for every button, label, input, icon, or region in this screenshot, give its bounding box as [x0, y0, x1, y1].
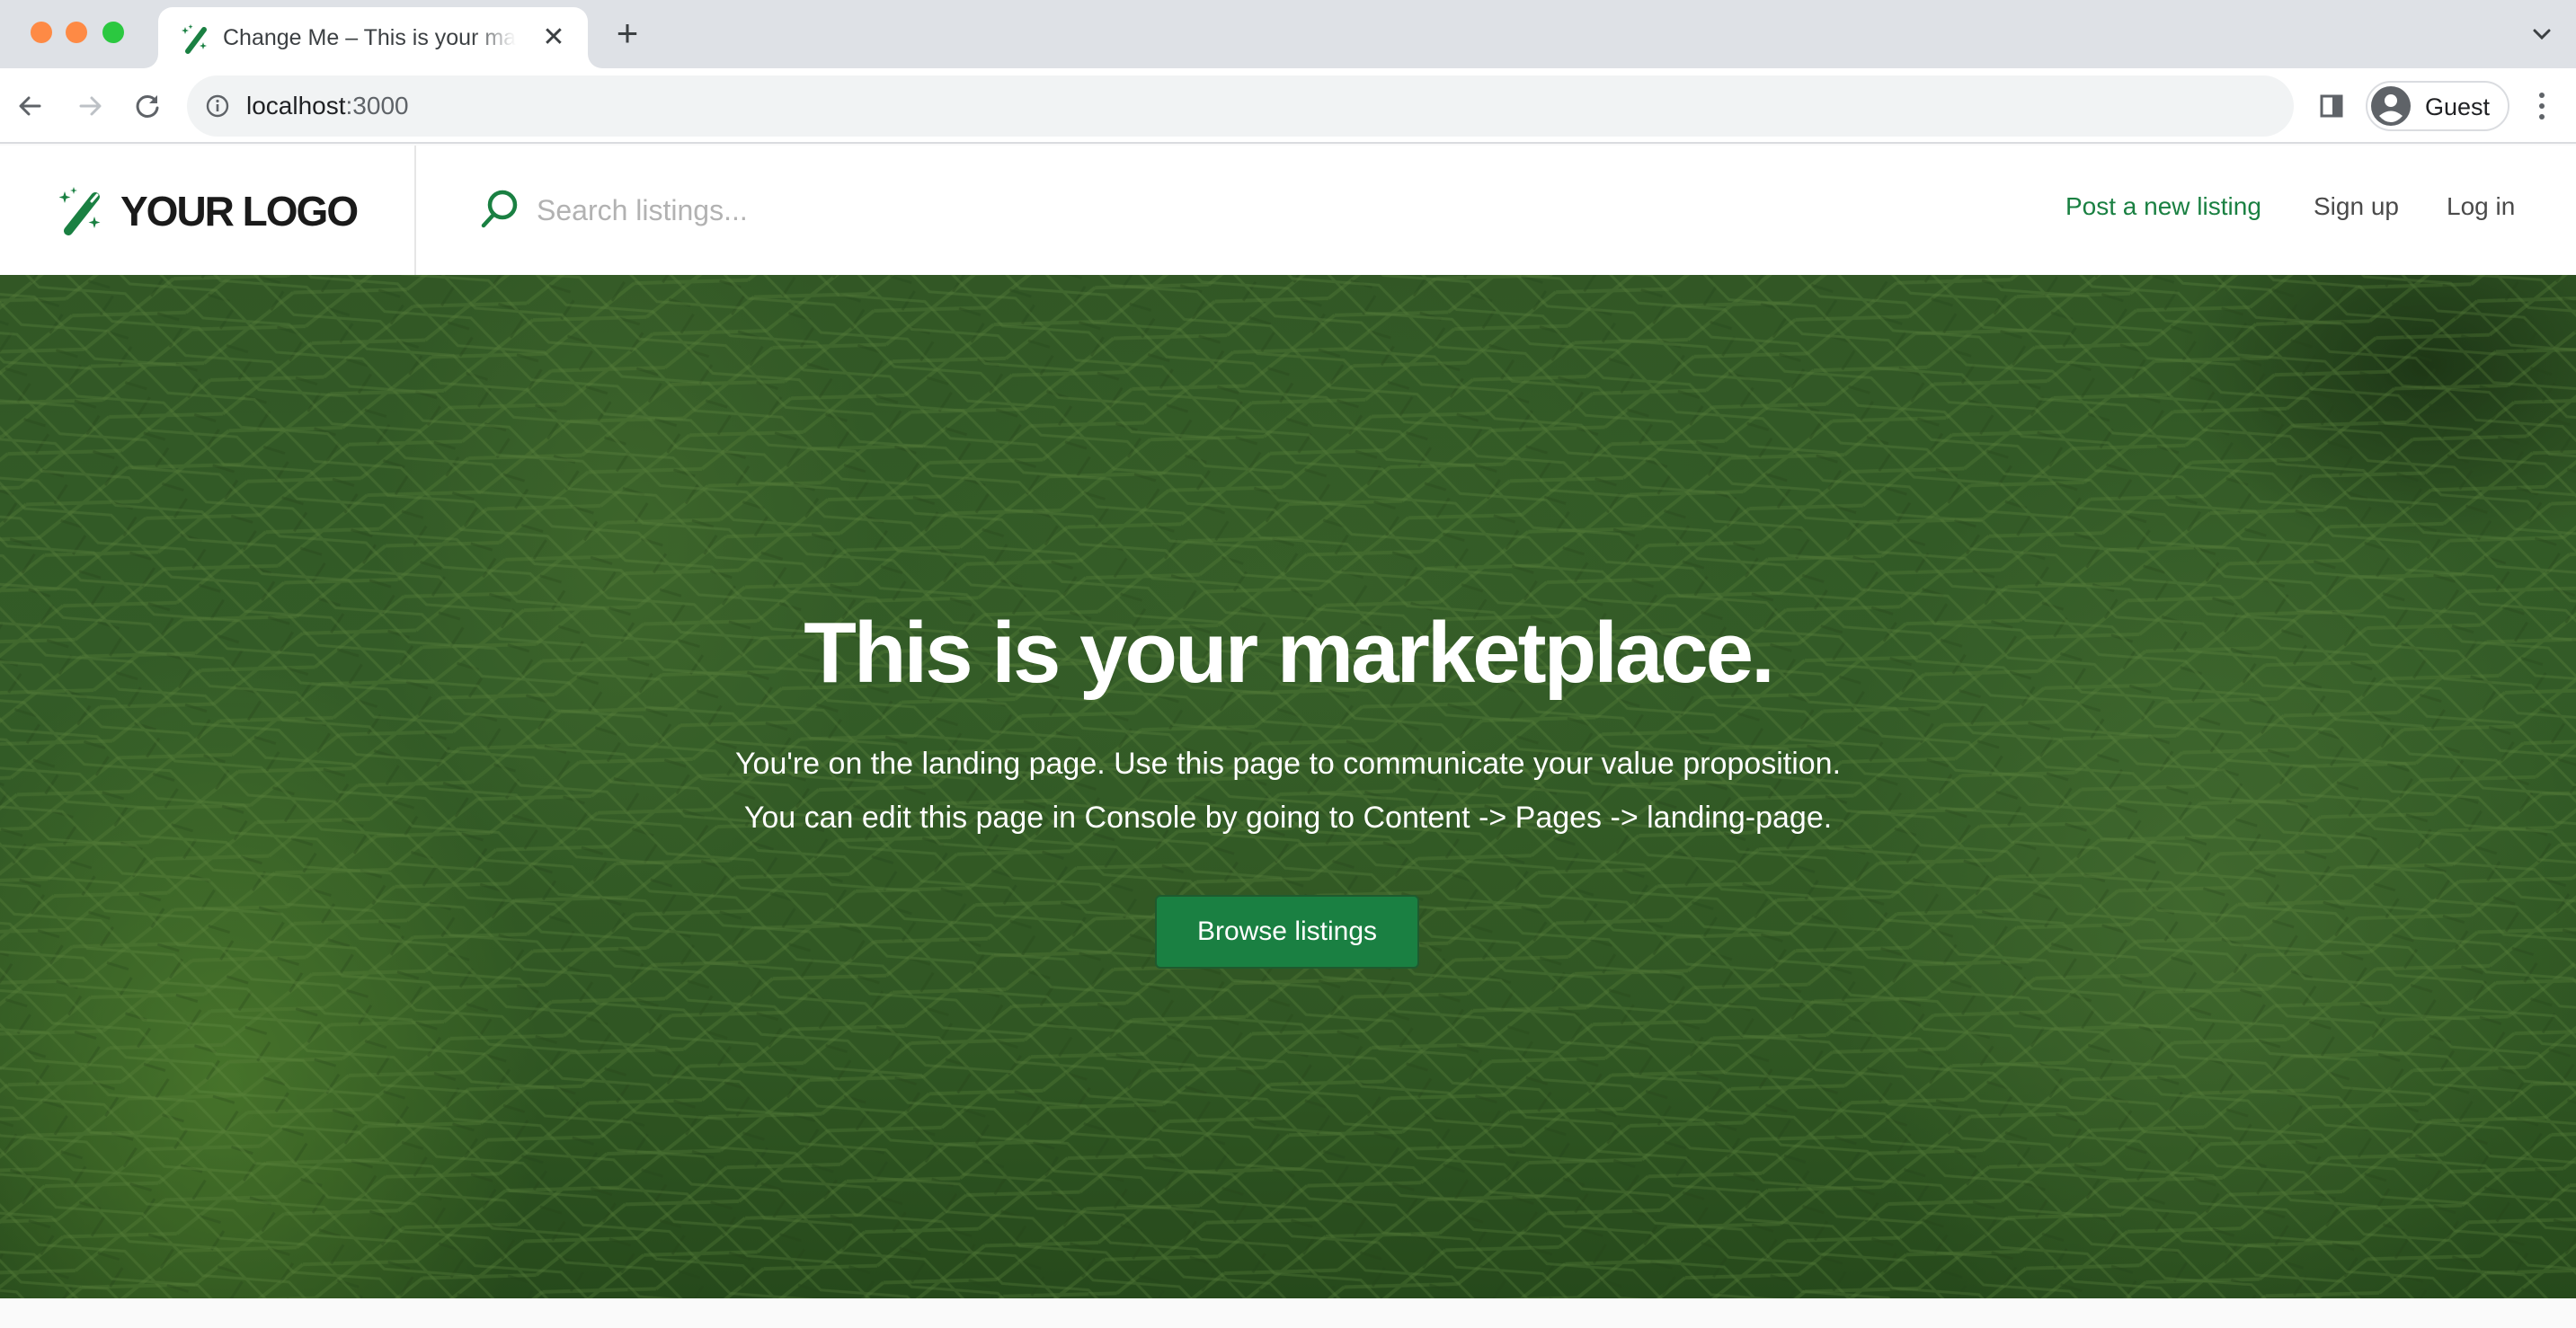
chevron-down-icon[interactable] [2529, 22, 2554, 47]
side-panel-icon[interactable] [2319, 93, 2344, 119]
tab-title: Change Me – This is your marketplace. [223, 25, 516, 50]
search-bar [418, 146, 1586, 275]
logo-link[interactable]: YOUR LOGO [0, 146, 416, 275]
profile-button[interactable]: Guest [2366, 81, 2509, 131]
window-close-button[interactable] [31, 22, 52, 43]
hero-section: This is your marketplace. You're on the … [0, 275, 2576, 1298]
reload-icon[interactable] [129, 88, 165, 124]
person-icon [2371, 86, 2411, 126]
url-port: :3000 [345, 92, 409, 120]
browser-toolbar: localhost:3000 Guest [0, 68, 2576, 144]
hero-title: This is your marketplace. [804, 605, 1774, 701]
browse-listings-button[interactable]: Browse listings [1155, 895, 1419, 969]
magic-wand-icon [182, 24, 207, 54]
hero-subtitle-line: You can edit this page in Console by goi… [743, 801, 1833, 835]
profile-label: Guest [2425, 93, 2491, 120]
info-icon[interactable] [205, 93, 230, 119]
url-text[interactable]: localhost:3000 [246, 92, 409, 120]
site-header: YOUR LOGO Post a new listing Sign up Log… [0, 146, 2576, 275]
browser-tab-strip: Change Me – This is your marketplace. ✕ … [0, 0, 2576, 68]
browser-tab-active[interactable]: Change Me – This is your marketplace. ✕ [158, 7, 588, 68]
close-icon[interactable]: ✕ [539, 23, 568, 52]
log-in-link[interactable]: Log in [2447, 192, 2515, 221]
search-icon[interactable] [479, 189, 519, 232]
search-input[interactable] [537, 185, 1435, 235]
logo-text: YOUR LOGO [120, 188, 359, 235]
post-listing-link[interactable]: Post a new listing [2065, 192, 2261, 221]
plus-icon[interactable]: + [611, 14, 644, 52]
kebab-menu-icon[interactable] [2529, 88, 2554, 124]
arrow-right-icon[interactable] [72, 88, 108, 124]
page-below-hero [0, 1298, 2576, 1328]
sign-up-link[interactable]: Sign up [2314, 192, 2399, 221]
window-maximize-button[interactable] [102, 22, 124, 43]
arrow-left-icon[interactable] [13, 88, 49, 124]
address-bar[interactable]: localhost:3000 [187, 75, 2294, 137]
magic-wand-icon [58, 187, 101, 235]
window-minimize-button[interactable] [66, 22, 87, 43]
hero-subtitle-line: You're on the landing page. Use this pag… [734, 747, 1842, 781]
hero-content: This is your marketplace. You're on the … [0, 275, 2576, 1298]
url-host: localhost [246, 92, 346, 120]
